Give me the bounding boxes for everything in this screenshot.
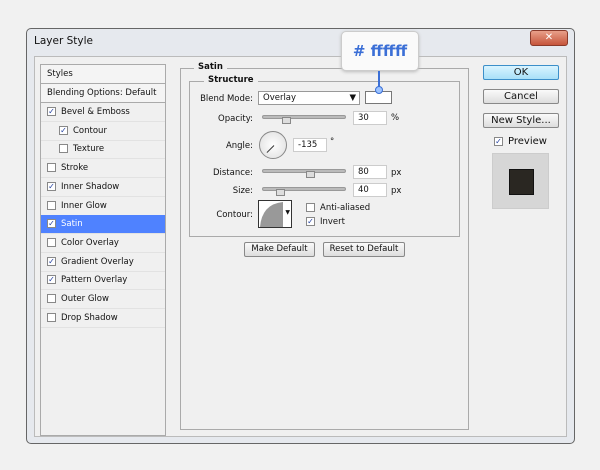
style-item-outer-glow[interactable]: Outer Glow: [41, 290, 165, 309]
blending-options[interactable]: Blending Options: Default: [41, 84, 165, 103]
style-item-gradient-overlay[interactable]: ✓ Gradient Overlay: [41, 253, 165, 272]
structure-title: Structure: [204, 75, 258, 85]
style-item-inner-glow[interactable]: Inner Glow: [41, 197, 165, 216]
style-item-label: Bevel & Emboss: [61, 107, 130, 117]
anti-aliased-checkbox[interactable]: Anti-aliased: [306, 203, 370, 213]
preview-checkbox[interactable]: ✓ Preview: [494, 136, 547, 147]
style-item-label: Texture: [73, 144, 105, 155]
distance-input[interactable]: 80: [353, 165, 387, 179]
chevron-down-icon: ▼: [285, 209, 290, 216]
make-default-button[interactable]: Make Default: [244, 242, 315, 257]
preview-thumbnail: [509, 169, 534, 195]
style-item-label: Outer Glow: [61, 294, 109, 304]
distance-unit: px: [391, 168, 402, 178]
size-input[interactable]: 40: [353, 183, 387, 197]
styles-list: Styles Blending Options: Default ✓ Bevel …: [40, 64, 166, 436]
style-item-drop-shadow[interactable]: Drop Shadow: [41, 309, 165, 328]
style-item-label: Pattern Overlay: [61, 275, 128, 286]
blend-mode-label: Blend Mode:: [200, 94, 253, 104]
style-item-label: Drop Shadow: [61, 312, 118, 323]
callout-pointer-dot: [375, 86, 383, 94]
angle-dial[interactable]: [259, 131, 287, 159]
size-unit: px: [391, 186, 402, 196]
contour-picker[interactable]: ▼: [258, 200, 292, 228]
reset-to-default-button[interactable]: Reset to Default: [323, 242, 405, 257]
styles-header[interactable]: Styles: [41, 65, 165, 84]
style-item-bevel-emboss[interactable]: ✓ Bevel & Emboss: [41, 103, 165, 122]
invert-checkbox[interactable]: ✓ Invert: [306, 217, 345, 227]
style-item-stroke[interactable]: Stroke: [41, 159, 165, 179]
ok-button[interactable]: OK: [483, 65, 559, 80]
angle-input[interactable]: -135: [293, 138, 327, 152]
checkbox-box[interactable]: [47, 312, 56, 322]
size-label: Size:: [232, 186, 253, 196]
distance-label: Distance:: [212, 168, 253, 178]
style-item-pattern-overlay[interactable]: ✓ Pattern Overlay: [41, 271, 165, 291]
invert-label: Invert: [320, 217, 345, 227]
opacity-unit: %: [391, 113, 400, 123]
blend-mode-value: Overlay: [263, 93, 297, 103]
checkbox-box[interactable]: ✓: [47, 219, 56, 229]
preview-label: Preview: [508, 136, 547, 147]
opacity-label: Opacity:: [218, 114, 253, 124]
anti-aliased-label: Anti-aliased: [320, 203, 371, 213]
opacity-input[interactable]: 30: [353, 111, 387, 125]
checkbox-box[interactable]: [59, 144, 68, 154]
checkbox-box[interactable]: ✓: [47, 181, 56, 191]
style-item-label: Color Overlay: [61, 237, 119, 248]
checkbox-box[interactable]: ✓: [59, 125, 68, 135]
angle-label: Angle:: [225, 141, 253, 151]
preview-swatch: [492, 153, 549, 209]
style-item-label: Stroke: [61, 163, 89, 174]
contour-curve-icon: [260, 202, 283, 227]
dialog-title: Layer Style: [34, 35, 93, 47]
distance-slider[interactable]: [262, 169, 346, 173]
style-item-label: Satin: [61, 219, 83, 230]
blend-mode-select[interactable]: Overlay ▼: [258, 91, 360, 105]
style-item-label: Inner Glow: [61, 200, 107, 211]
color-callout: # ffffff: [341, 31, 419, 71]
checkbox-box: ✓: [306, 217, 315, 226]
contour-label: Contour:: [216, 210, 253, 220]
angle-unit: °: [330, 137, 335, 147]
close-icon: ✕: [544, 32, 554, 43]
distance-slider-thumb[interactable]: [306, 171, 315, 178]
size-slider[interactable]: [262, 187, 346, 191]
chevron-down-icon: ▼: [349, 93, 356, 103]
satin-title: Satin: [194, 62, 227, 72]
checkbox-box: [306, 203, 315, 212]
angle-needle: [266, 145, 275, 153]
style-item-satin[interactable]: ✓ Satin: [41, 215, 165, 235]
checkbox-box[interactable]: [47, 163, 56, 173]
style-item-color-overlay[interactable]: Color Overlay: [41, 234, 165, 253]
close-button[interactable]: ✕: [530, 30, 568, 46]
new-style-button[interactable]: New Style...: [483, 113, 559, 128]
checkbox-box[interactable]: [47, 237, 56, 247]
opacity-slider[interactable]: [262, 115, 346, 119]
cancel-button[interactable]: Cancel: [483, 89, 559, 104]
opacity-slider-thumb[interactable]: [282, 117, 291, 124]
checkbox-box[interactable]: [47, 200, 56, 210]
size-slider-thumb[interactable]: [276, 189, 285, 196]
styles-header-label: Styles: [47, 69, 73, 79]
checkbox-box[interactable]: [47, 294, 56, 303]
style-item-contour[interactable]: ✓ Contour: [41, 122, 165, 141]
checkbox-box: ✓: [494, 136, 503, 146]
style-item-label: Contour: [73, 125, 107, 136]
checkbox-box[interactable]: ✓: [47, 256, 56, 266]
style-item-label: Inner Shadow: [61, 181, 120, 192]
style-item-inner-shadow[interactable]: ✓ Inner Shadow: [41, 178, 165, 197]
style-item-texture[interactable]: Texture: [41, 140, 165, 160]
checkbox-box[interactable]: ✓: [47, 107, 56, 116]
checkbox-box[interactable]: ✓: [47, 275, 56, 285]
style-item-label: Gradient Overlay: [61, 256, 134, 267]
blending-options-label: Blending Options: Default: [47, 88, 157, 98]
